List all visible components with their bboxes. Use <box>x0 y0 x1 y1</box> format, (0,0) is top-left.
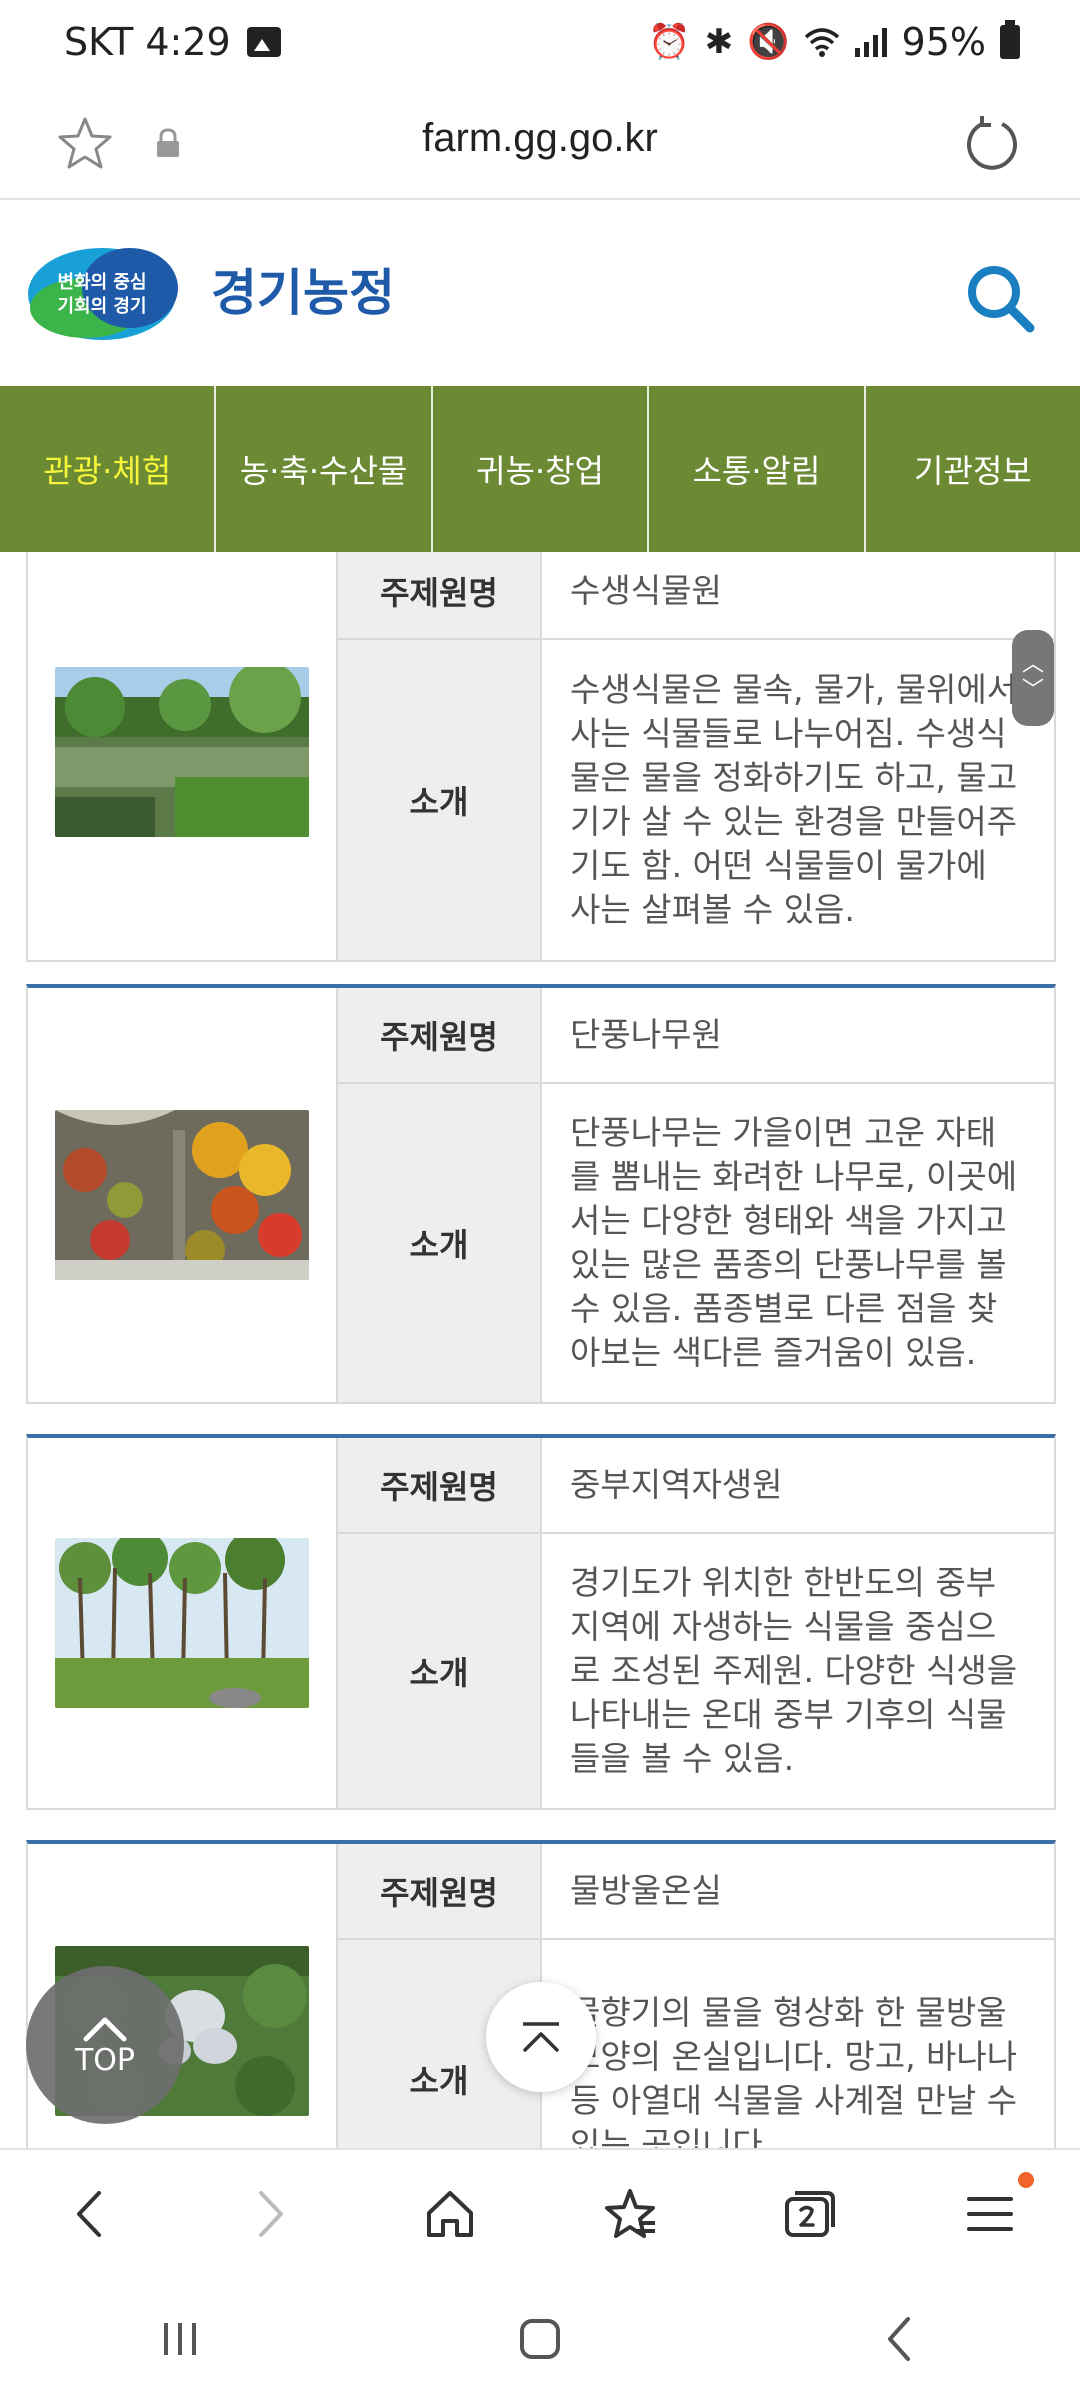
tabs-icon <box>785 2191 835 2237</box>
svg-text:기회의 경기: 기회의 경기 <box>57 296 146 317</box>
top-button-label: TOP <box>74 2042 136 2078</box>
site-header: 변화의 중심 기회의 경기 경기농정 <box>0 200 1080 386</box>
chevron-up-icon: ︿ <box>1021 652 1044 677</box>
garden-list: 주제원명 수생식물원 소개 수생식물은 물속, 물가, 물위에서 사는 식물들로… <box>0 552 1080 2148</box>
notification-dot <box>1018 2172 1034 2188</box>
garden-desc: 경기도가 위치한 한반도의 중부지역에 자생하는 식물을 중심으로 조성된 주제… <box>570 1563 1018 1778</box>
garden-card: 주제원명 중부지역자생원 소개 경기도가 위치한 한반도의 중부지역에 자생하는… <box>26 1434 1056 1810</box>
search-icon[interactable] <box>962 260 1038 336</box>
mute-icon: 🔇 <box>747 22 790 62</box>
browser-url-bar: farm.gg.go.kr <box>0 90 1080 200</box>
nav-item-return-farming[interactable]: 귀농·창업 <box>433 386 650 552</box>
bluetooth-icon: ✱ <box>704 22 734 62</box>
back-nav-button[interactable] <box>720 2278 1080 2400</box>
garden-name-label: 주제원명 <box>338 552 542 638</box>
back-arrow-icon <box>77 2191 101 2237</box>
main-nav: 관광·체험 농·축·수산물 귀농·창업 소통·알림 기관정보 <box>0 386 1080 552</box>
nav-item-communication[interactable]: 소통·알림 <box>649 386 866 552</box>
menu-button[interactable] <box>900 2150 1080 2278</box>
svg-text:변화의 중심: 변화의 중심 <box>57 272 146 293</box>
garden-name-label: 주제원명 <box>338 1438 542 1532</box>
back-button[interactable] <box>0 2150 180 2278</box>
home-nav-button[interactable] <box>360 2278 720 2400</box>
browser-toolbar <box>0 2148 1080 2278</box>
nav-item-tourism[interactable]: 관광·체험 <box>0 386 217 552</box>
recent-apps-button[interactable] <box>0 2278 360 2400</box>
garden-desc: 단풍나무는 가을이면 고운 자태를 뽐내는 화려한 나무로, 이곳에서는 다양한… <box>570 1113 1018 1372</box>
tabs-button[interactable] <box>720 2150 900 2278</box>
garden-desc-label: 소개 <box>338 1534 542 1808</box>
home-nav-icon <box>520 2319 560 2359</box>
battery-percent: 95% <box>901 20 986 64</box>
garden-photo <box>55 1110 309 1280</box>
nav-item-agency-info[interactable]: 기관정보 <box>866 386 1080 552</box>
scroll-to-top-button[interactable] <box>486 1982 596 2092</box>
back-nav-icon <box>888 2317 910 2361</box>
image-notification-icon <box>246 27 281 57</box>
svg-text:경기농정: 경기농정 <box>211 264 395 322</box>
garden-photo <box>55 1538 309 1708</box>
garden-desc: 수생식물은 물속, 물가, 물위에서 사는 식물들로 나누어짐. 수생식물은 물… <box>570 670 1018 929</box>
garden-name: 단풍나무원 <box>570 1015 722 1054</box>
forward-button[interactable] <box>180 2150 360 2278</box>
chevron-up-icon <box>83 2017 127 2041</box>
menu-icon <box>967 2197 1013 2231</box>
status-bar: SKT 4:29 ⏰ ✱ 🔇 95% <box>0 0 1080 90</box>
garden-desc: 물향기의 물을 형상화 한 물방울 모양의 온실입니다. 망고, 바나나 등 아… <box>570 1993 1018 2148</box>
garden-desc-label: 소개 <box>338 1084 542 1402</box>
system-navigation-bar <box>0 2278 1080 2400</box>
battery-icon <box>1000 20 1020 59</box>
chevron-down-icon: ﹀ <box>1021 678 1044 703</box>
nav-item-products[interactable]: 농·축·수산물 <box>216 386 433 552</box>
garden-name: 물방울온실 <box>570 1871 722 1910</box>
garden-photo <box>55 667 309 837</box>
wifi-icon <box>804 28 839 57</box>
recent-apps-icon <box>164 2323 196 2355</box>
forward-arrow-icon <box>259 2191 283 2237</box>
url-text[interactable]: farm.gg.go.kr <box>0 116 1080 161</box>
home-icon <box>427 2191 473 2237</box>
carrier-time: SKT 4:29 <box>64 20 231 64</box>
scroll-to-top-icon <box>523 2022 559 2052</box>
garden-name: 중부지역자생원 <box>570 1465 783 1504</box>
garden-desc-label: 소개 <box>338 640 542 960</box>
signal-icon <box>854 28 887 57</box>
home-button[interactable] <box>360 2150 540 2278</box>
garden-card: 주제원명 단풍나무원 소개 단풍나무는 가을이면 고운 자태를 뽐내는 화려한 … <box>26 984 1056 1404</box>
fast-scroll-handle[interactable]: ︿ ﹀ <box>1012 630 1054 726</box>
gyeonggi-logo[interactable]: 변화의 중심 기회의 경기 경기농정 <box>26 244 426 344</box>
garden-name-label: 주제원명 <box>338 988 542 1082</box>
alarm-icon: ⏰ <box>648 22 691 62</box>
bookmarks-button[interactable] <box>540 2150 720 2278</box>
bookmark-star-icon <box>605 2189 655 2238</box>
garden-name: 수생식물원 <box>570 571 722 610</box>
garden-card: 주제원명 수생식물원 소개 수생식물은 물속, 물가, 물위에서 사는 식물들로… <box>26 552 1056 962</box>
top-button[interactable]: TOP <box>26 1966 184 2124</box>
reload-icon[interactable] <box>959 112 1025 178</box>
garden-name-label: 주제원명 <box>338 1844 542 1938</box>
